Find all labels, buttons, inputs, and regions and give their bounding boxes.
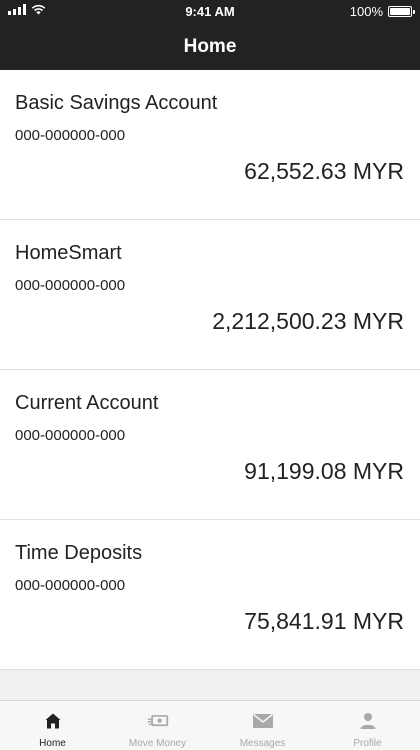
page-title: Home xyxy=(183,36,237,57)
account-balance: 91,199.08 MYR xyxy=(244,458,404,484)
tab-label: Profile xyxy=(353,738,382,749)
account-balance: 62,552.63 MYR xyxy=(244,158,404,184)
account-card[interactable]: Current Account 000-000000-000 91,199.08… xyxy=(0,370,420,520)
account-number: 000-000000-000 xyxy=(15,127,126,144)
battery-percentage: 100% xyxy=(349,4,383,19)
tab-move-money[interactable]: Move Money xyxy=(105,701,210,750)
account-card[interactable]: HomeSmart 000-000000-000 2,212,500.23 MY… xyxy=(0,220,420,370)
battery-icon xyxy=(388,6,415,17)
account-name: Time Deposits xyxy=(15,542,143,564)
account-card[interactable]: Time Deposits 000-000000-000 75,841.91 M… xyxy=(0,520,420,670)
account-balance: 2,212,500.23 MYR xyxy=(212,308,404,334)
home-icon xyxy=(42,710,64,732)
account-balance: 75,841.91 MYR xyxy=(244,608,404,634)
tab-label: Messages xyxy=(239,738,286,749)
status-right: 100% xyxy=(349,4,415,19)
tab-bar: Home Move Money Messages Profile xyxy=(0,700,420,750)
account-list: Basic Savings Account 000-000000-000 62,… xyxy=(0,70,420,670)
tab-messages[interactable]: Messages xyxy=(210,701,315,750)
tab-profile[interactable]: Profile xyxy=(315,701,420,750)
account-name: HomeSmart xyxy=(15,242,122,264)
envelope-icon xyxy=(252,710,274,732)
battery-level-fill xyxy=(390,8,410,15)
account-card[interactable]: Basic Savings Account 000-000000-000 62,… xyxy=(0,70,420,220)
app-header: 9:41 AM 100% Home xyxy=(0,0,420,70)
status-bar: 9:41 AM 100% xyxy=(0,0,420,24)
account-number: 000-000000-000 xyxy=(15,427,126,444)
account-number: 000-000000-000 xyxy=(15,277,126,294)
account-name: Current Account xyxy=(15,392,159,414)
tab-label: Home xyxy=(39,738,66,749)
account-number: 000-000000-000 xyxy=(15,577,126,594)
money-transfer-icon xyxy=(147,710,169,732)
tab-home[interactable]: Home xyxy=(0,701,105,750)
account-name: Basic Savings Account xyxy=(15,92,218,114)
tab-label: Move Money xyxy=(128,738,187,749)
person-icon xyxy=(357,710,379,732)
